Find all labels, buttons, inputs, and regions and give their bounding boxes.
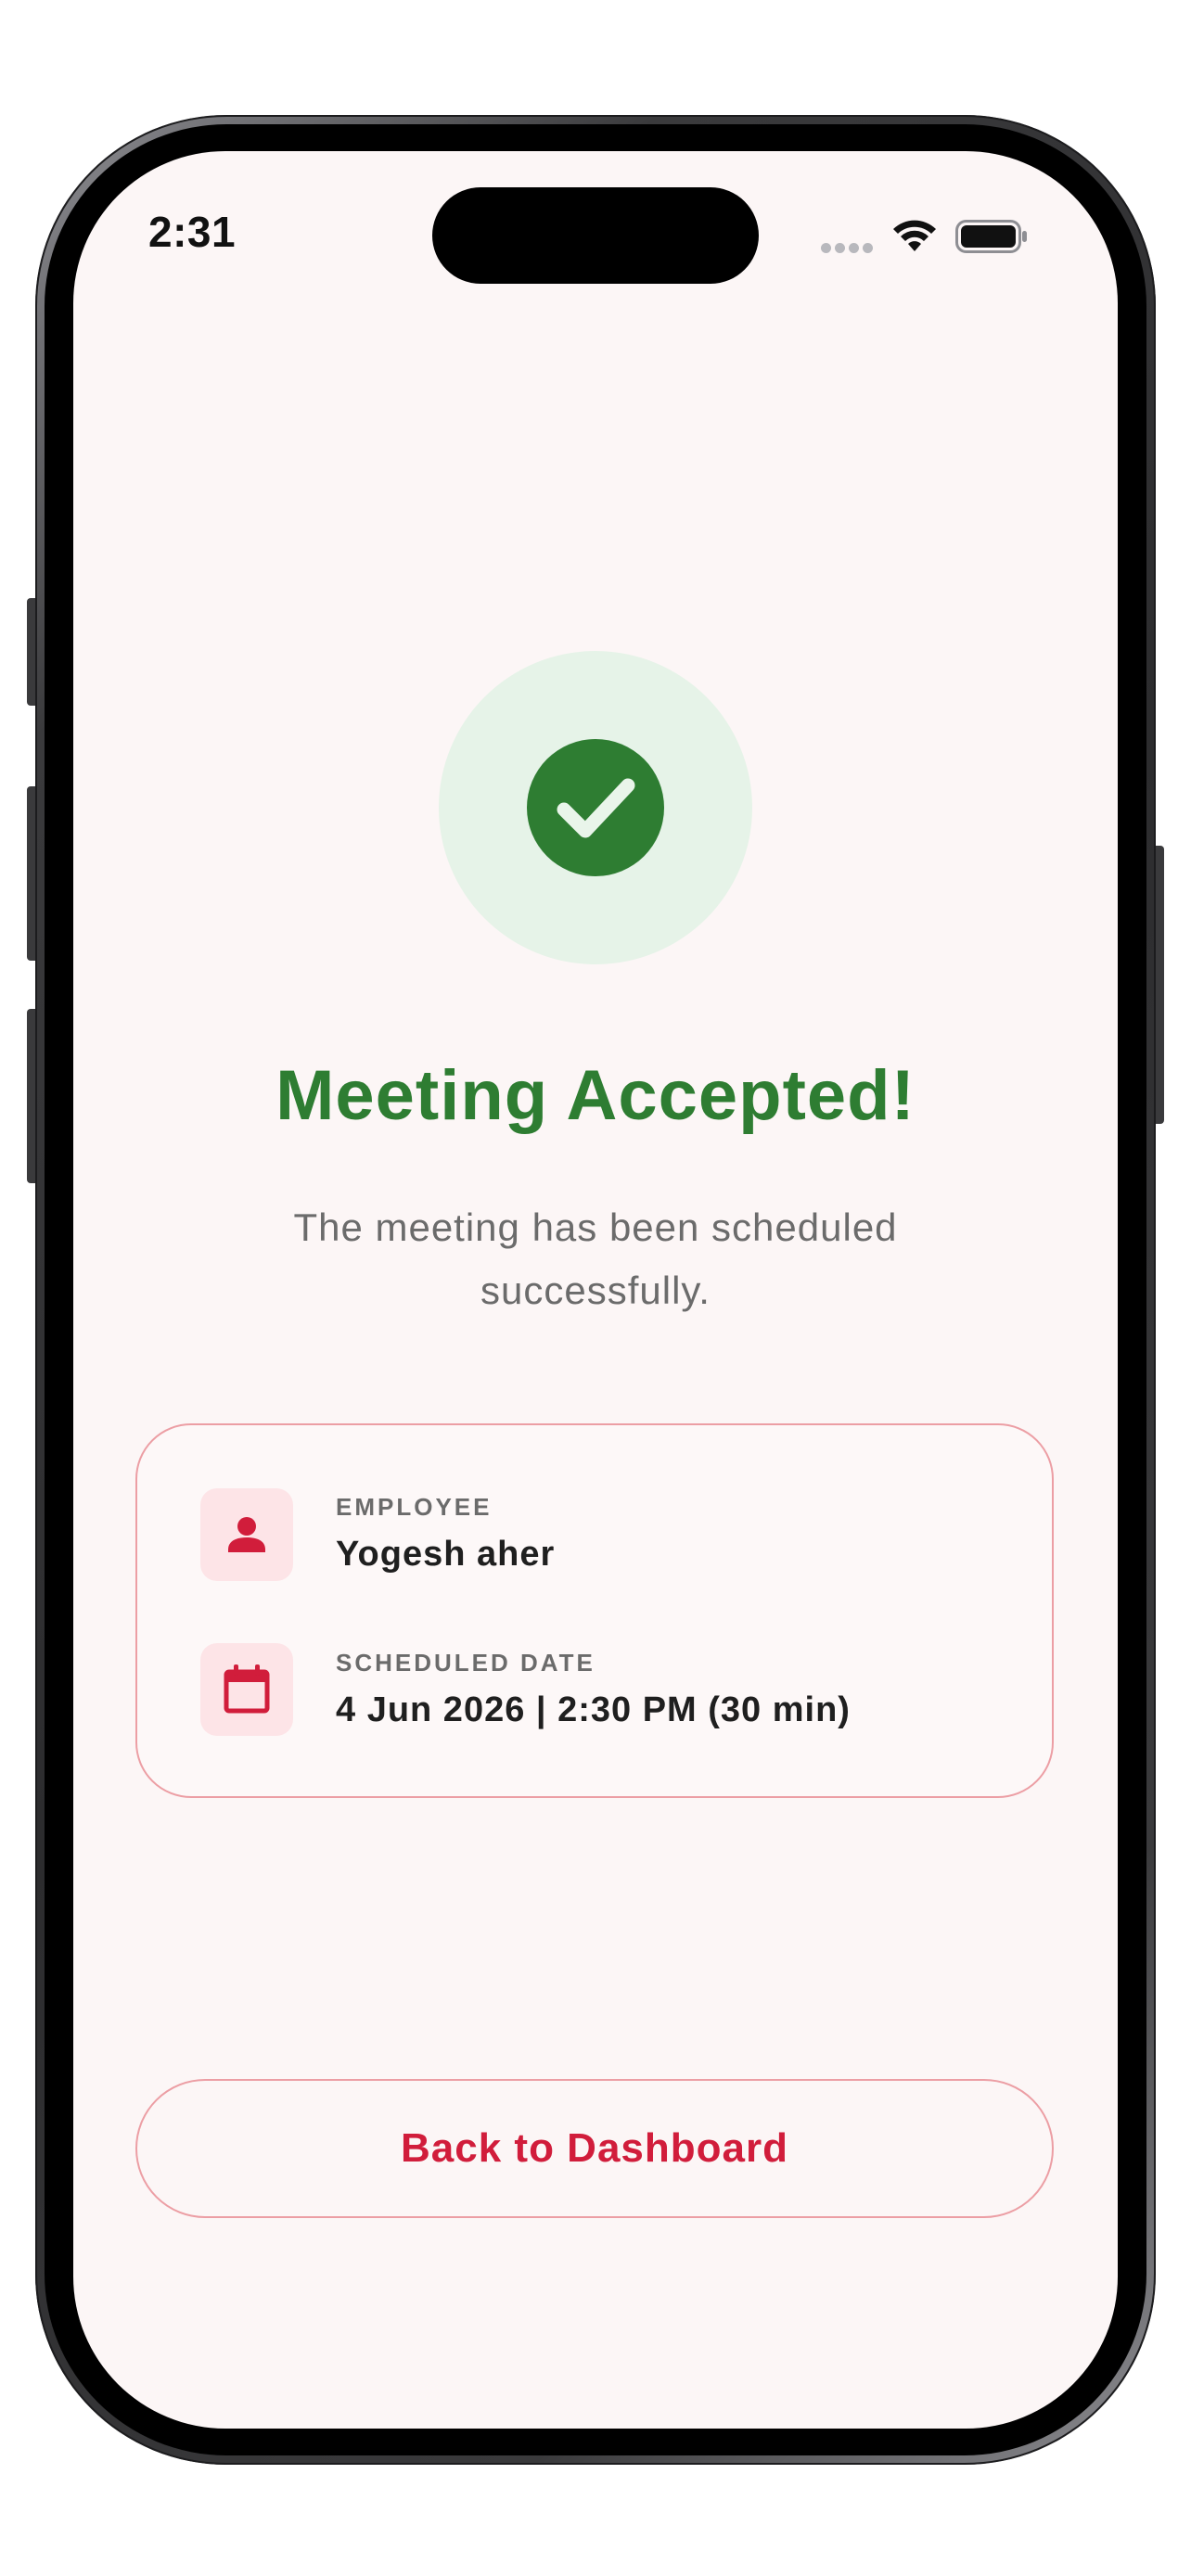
confirmation-subtitle: The meeting has been scheduled successfu… [293, 1205, 898, 1312]
check-circle-icon [527, 739, 664, 876]
scheduled-date-value: 4 Jun 2026 | 2:30 PM (30 min) [336, 1690, 851, 1729]
confirmation-title: Meeting Accepted! [275, 1056, 916, 1135]
dynamic-island [432, 187, 759, 284]
battery-icon [955, 220, 1027, 253]
employee-name: Yogesh aher [336, 1535, 556, 1574]
meeting-details-card [135, 1423, 1054, 1798]
device-stage: 2:31 Meeting Accepted! The meeting has b… [0, 0, 1191, 2576]
scheduled-date-label: SCHEDULED DATE [336, 1649, 596, 1677]
back-to-dashboard-button[interactable]: Back to Dashboard [135, 2079, 1054, 2218]
status-time: 2:31 [148, 208, 237, 256]
calendar-icon [200, 1643, 293, 1736]
employee-label: EMPLOYEE [336, 1493, 493, 1521]
wifi-icon [893, 220, 936, 251]
cellular-signal-icon [821, 243, 875, 254]
person-icon [200, 1488, 293, 1581]
